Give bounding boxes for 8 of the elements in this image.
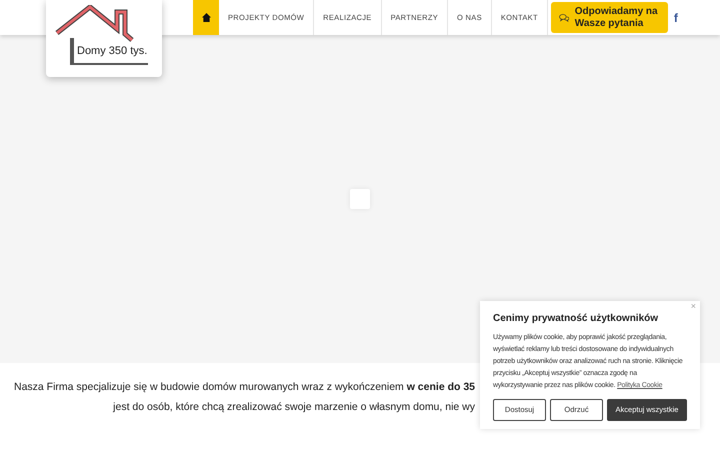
intro-text: jest do osób, które chcą zrealizować swoje marzenie o własnym domu, nie wy: [113, 400, 475, 415]
intro-text: Nasza Firma specjalizuje się w budowie domów murowanych wraz z wykończeniem w cenie do 35: [14, 380, 475, 395]
logo-text: Domy 350 tys.: [77, 44, 148, 59]
home-button[interactable]: [193, 0, 219, 35]
home-icon: [202, 13, 210, 22]
cookie-title: Cenimy prywatność użytkowników: [493, 312, 660, 326]
contact-cta-button[interactable]: Odpowiadamy na Wasze pytania: [550, 2, 668, 33]
facebook-link[interactable]: f: [674, 0, 678, 35]
